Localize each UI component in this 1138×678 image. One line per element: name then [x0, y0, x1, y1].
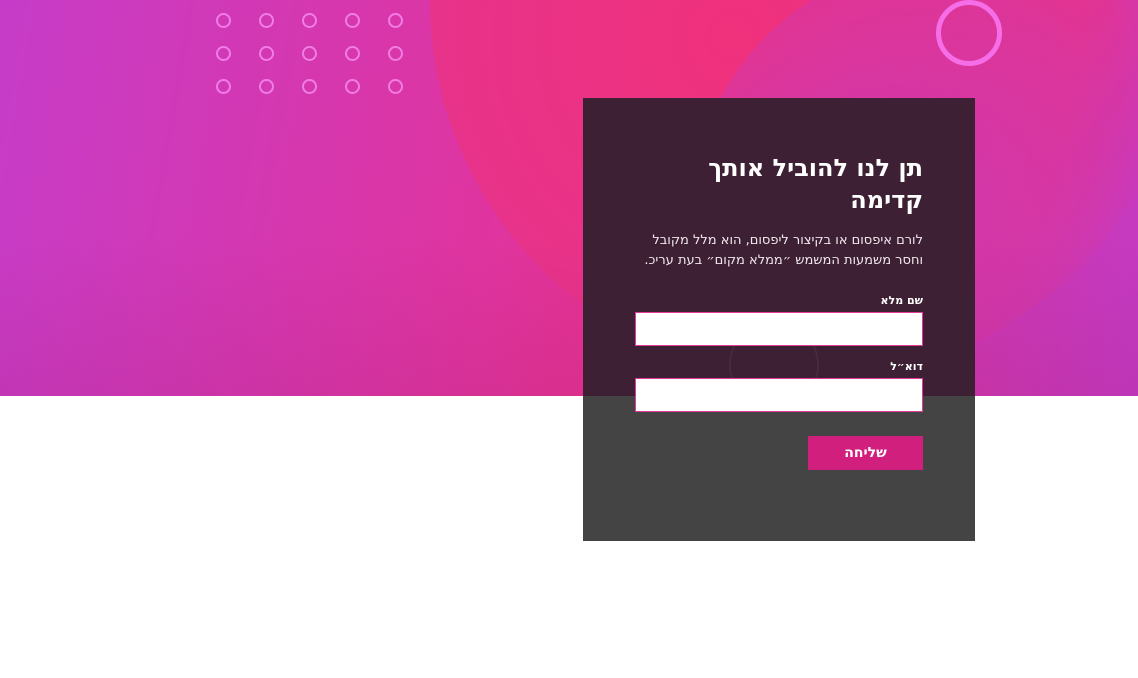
circle-outline-icon: [216, 79, 231, 94]
circle-outline-icon: [388, 13, 403, 28]
circle-outline-icon: [259, 79, 274, 94]
full-name-input[interactable]: [635, 312, 923, 346]
circle-outline-icon: [345, 79, 360, 94]
circle-outline-icon: [216, 46, 231, 61]
circle-outline-icon: [302, 79, 317, 94]
email-input[interactable]: [635, 378, 923, 412]
circle-outline-icon: [345, 13, 360, 28]
circle-outline-icon: [302, 13, 317, 28]
circle-outline-icon: [388, 79, 403, 94]
circle-outline-icon: [259, 13, 274, 28]
circle-outline-icon: [259, 46, 274, 61]
form-title: תן לנו להוביל אותך קדימה: [708, 154, 923, 214]
contact-form: תן לנו להוביל אותך קדימה לורם איפסום או …: [635, 152, 923, 470]
circle-outline-icon: [345, 46, 360, 61]
email-label: דוא״ל: [890, 360, 923, 373]
circle-outline-icon: [388, 46, 403, 61]
circle-outline-icon: [216, 13, 231, 28]
circle-outline-icon: [302, 46, 317, 61]
full-name-label: שם מלא: [880, 294, 923, 307]
form-description: לורם איפסום או בקיצור ליפסום, הוא מלל מק…: [644, 233, 923, 268]
submit-button[interactable]: שליחה: [808, 436, 923, 470]
decorative-dot-grid: [216, 13, 416, 94]
ring-icon: [936, 0, 1002, 66]
contact-form-panel: תן לנו להוביל אותך קדימה לורם איפסום או …: [583, 98, 975, 541]
